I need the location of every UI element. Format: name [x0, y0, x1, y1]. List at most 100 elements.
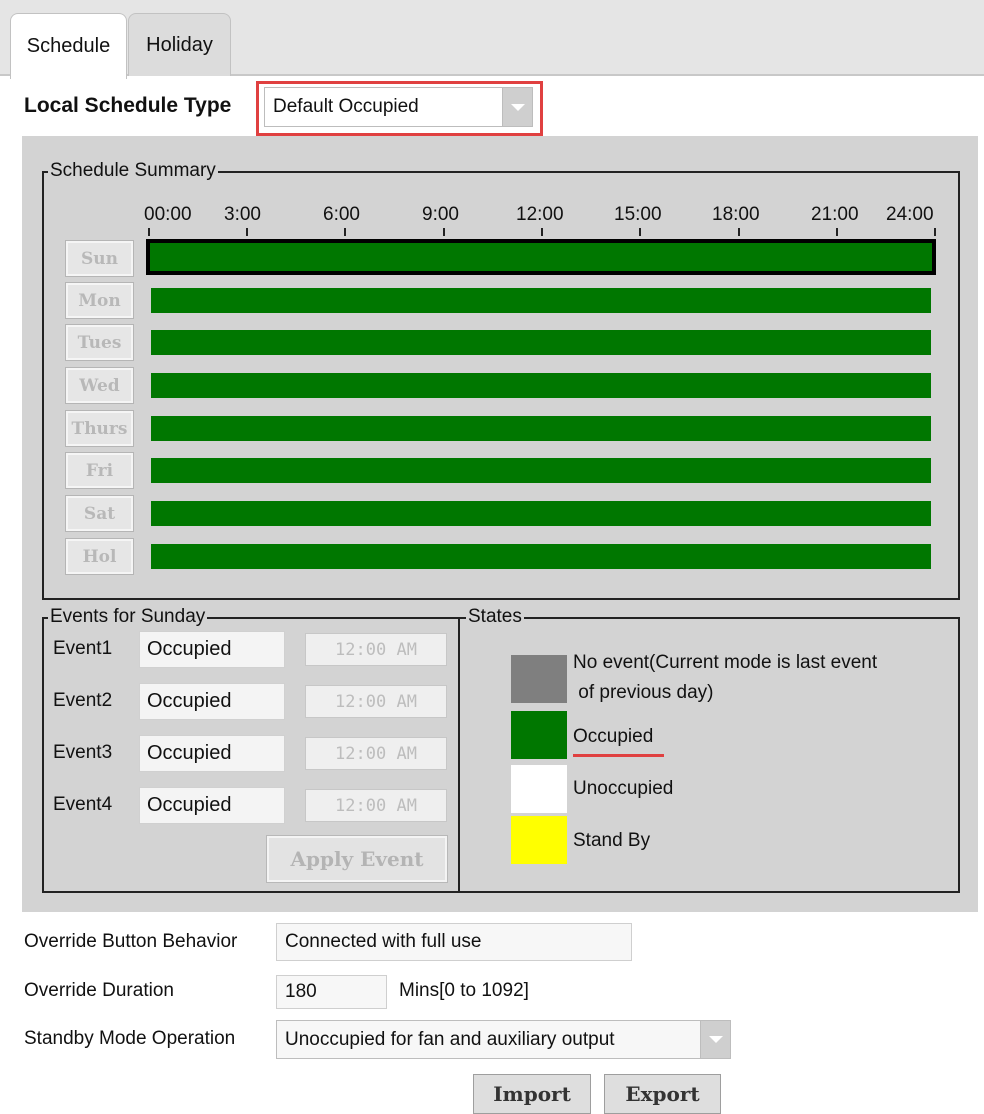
day-button-thurs[interactable]: Thurs: [65, 410, 134, 447]
override-behavior-field[interactable]: Connected with full use: [276, 923, 632, 961]
day-button-sat[interactable]: Sat: [65, 495, 134, 532]
tab-holiday[interactable]: Holiday: [128, 13, 231, 76]
day-label: Sat: [83, 503, 116, 524]
day-button-fri[interactable]: Fri: [65, 452, 134, 489]
time-label: 6:00: [323, 204, 360, 225]
time-label: 00:00: [144, 204, 192, 225]
day-button-tues[interactable]: Tues: [65, 324, 134, 361]
state-swatch-unoccupied: [511, 765, 567, 813]
time-tick: [344, 228, 346, 236]
event-time-value: 12:00 AM: [335, 743, 417, 764]
events-title: Events for Sunday: [48, 606, 208, 628]
event1-time-field: 12:00 AM: [305, 633, 447, 666]
override-duration-unit: Mins[0 to 1092]: [399, 980, 529, 1001]
event3-time-field: 12:00 AM: [305, 737, 447, 770]
state-label-occupied: Occupied: [573, 726, 654, 747]
local-schedule-type-dropdown[interactable]: Default Occupied: [264, 87, 533, 127]
standby-mode-dropdown[interactable]: Unoccupied for fan and auxiliary output: [276, 1020, 731, 1059]
day-bar-sat[interactable]: [151, 501, 931, 526]
export-button[interactable]: Export: [604, 1074, 721, 1114]
state-swatch-no-event: [511, 655, 567, 703]
day-button-hol[interactable]: Hol: [65, 538, 134, 575]
event2-time-field: 12:00 AM: [305, 685, 447, 718]
standby-mode-value: Unoccupied for fan and auxiliary output: [285, 1028, 615, 1050]
import-button[interactable]: Import: [473, 1074, 591, 1114]
day-button-wed[interactable]: Wed: [65, 367, 134, 404]
event-label: Event4: [53, 794, 113, 815]
time-tick: [443, 228, 445, 236]
time-tick: [738, 228, 740, 236]
state-swatch-standby: [511, 816, 567, 864]
day-button-sun[interactable]: Sun: [65, 240, 134, 277]
day-label: Thurs: [71, 418, 128, 439]
day-bar-wed[interactable]: [151, 373, 931, 398]
day-label: Fri: [85, 460, 114, 481]
event-state-value: Occupied: [147, 742, 232, 764]
event-state-value: Occupied: [147, 638, 232, 660]
time-tick: [541, 228, 543, 236]
day-bar-tues[interactable]: [151, 330, 931, 355]
apply-event-button[interactable]: Apply Event: [266, 835, 448, 883]
tab-schedule[interactable]: Schedule: [10, 13, 127, 79]
occupied-underline: [573, 754, 664, 757]
day-bar-hol[interactable]: [151, 544, 931, 569]
local-schedule-type-value: Default Occupied: [273, 96, 419, 117]
event2-state-field[interactable]: Occupied: [139, 683, 285, 720]
time-label: 9:00: [422, 204, 459, 225]
time-label: 18:00: [712, 204, 760, 225]
event-time-value: 12:00 AM: [335, 639, 417, 660]
day-label: Hol: [82, 546, 117, 567]
export-label: Export: [625, 1082, 700, 1106]
time-label: 12:00: [516, 204, 564, 225]
state-label-no-event-line2: of previous day): [573, 682, 714, 703]
time-tick: [639, 228, 641, 236]
override-behavior-label: Override Button Behavior: [24, 931, 238, 952]
time-label: 24:00: [886, 204, 934, 225]
import-label: Import: [493, 1082, 571, 1106]
day-bar-sun[interactable]: [146, 239, 936, 275]
state-label-no-event: No event(Current mode is last event: [573, 652, 878, 673]
time-tick: [246, 228, 248, 236]
apply-event-label: Apply Event: [290, 847, 424, 871]
override-behavior-value: Connected with full use: [285, 931, 482, 952]
event4-state-field[interactable]: Occupied: [139, 787, 285, 824]
event-time-value: 12:00 AM: [335, 795, 417, 816]
day-label: Sun: [81, 248, 118, 269]
day-button-mon[interactable]: Mon: [65, 282, 134, 319]
chevron-down-icon[interactable]: [700, 1021, 730, 1058]
day-bar-thurs[interactable]: [151, 416, 931, 441]
event1-state-field[interactable]: Occupied: [139, 631, 285, 668]
event-label: Event3: [53, 742, 113, 763]
day-label: Wed: [79, 375, 120, 396]
time-label: 3:00: [224, 204, 261, 225]
day-bar-fri[interactable]: [151, 458, 931, 483]
state-swatch-occupied: [511, 711, 567, 759]
states-title: States: [466, 606, 524, 628]
event-label: Event2: [53, 690, 113, 711]
standby-mode-label: Standby Mode Operation: [24, 1028, 236, 1049]
event-state-value: Occupied: [147, 794, 232, 816]
tab-holiday-label: Holiday: [146, 33, 213, 56]
state-label-unoccupied: Unoccupied: [573, 778, 674, 799]
local-schedule-type-label: Local Schedule Type: [24, 94, 232, 117]
time-label: 21:00: [811, 204, 859, 225]
time-label: 15:00: [614, 204, 662, 225]
day-label: Mon: [78, 290, 121, 311]
event-label: Event1: [53, 638, 113, 659]
tab-schedule-label: Schedule: [26, 35, 111, 57]
override-duration-input[interactable]: 180: [276, 975, 387, 1009]
event-time-value: 12:00 AM: [335, 691, 417, 712]
time-tick: [934, 228, 936, 236]
time-tick: [836, 228, 838, 236]
event4-time-field: 12:00 AM: [305, 789, 447, 822]
day-bar-mon[interactable]: [151, 288, 931, 313]
time-tick: [148, 228, 150, 236]
event-state-value: Occupied: [147, 690, 232, 712]
schedule-summary-title: Schedule Summary: [48, 160, 218, 182]
chevron-down-icon[interactable]: [502, 88, 532, 126]
day-label: Tues: [77, 332, 122, 353]
event3-state-field[interactable]: Occupied: [139, 735, 285, 772]
override-duration-value: 180: [285, 981, 317, 1002]
override-duration-label: Override Duration: [24, 980, 174, 1001]
state-label-standby: Stand By: [573, 830, 651, 851]
